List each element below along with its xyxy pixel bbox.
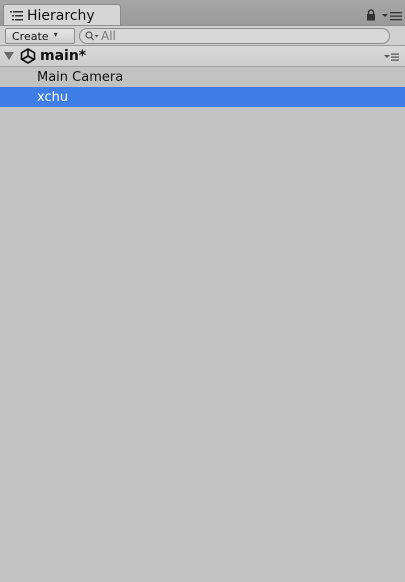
scene-name: main* [40,48,87,64]
create-dropdown-button[interactable]: Create ▾ [5,28,75,44]
search-icon[interactable] [85,31,99,41]
hierarchy-toolbar: Create ▾ [0,25,405,46]
tab-strip: Hierarchy [0,0,405,26]
hierarchy-item-xchu[interactable]: xchu [0,87,405,107]
unity-logo-icon [20,48,36,64]
scene-header[interactable]: main* [0,46,405,67]
item-label: Main Camera [37,69,124,85]
search-field[interactable] [79,28,390,44]
chevron-down-icon: ▾ [53,30,58,39]
expand-triangle-icon[interactable] [4,51,14,61]
tab-hierarchy[interactable]: Hierarchy [3,4,121,26]
create-label: Create [12,29,49,43]
item-label: xchu [37,89,69,105]
tab-title: Hierarchy [27,7,95,24]
list-icon [10,11,23,21]
hierarchy-item-main-camera[interactable]: Main Camera [0,67,405,87]
scene-menu-icon[interactable] [384,53,399,61]
panel-menu-icon[interactable] [381,11,403,21]
search-input[interactable] [101,29,371,43]
lock-icon[interactable] [366,9,376,21]
